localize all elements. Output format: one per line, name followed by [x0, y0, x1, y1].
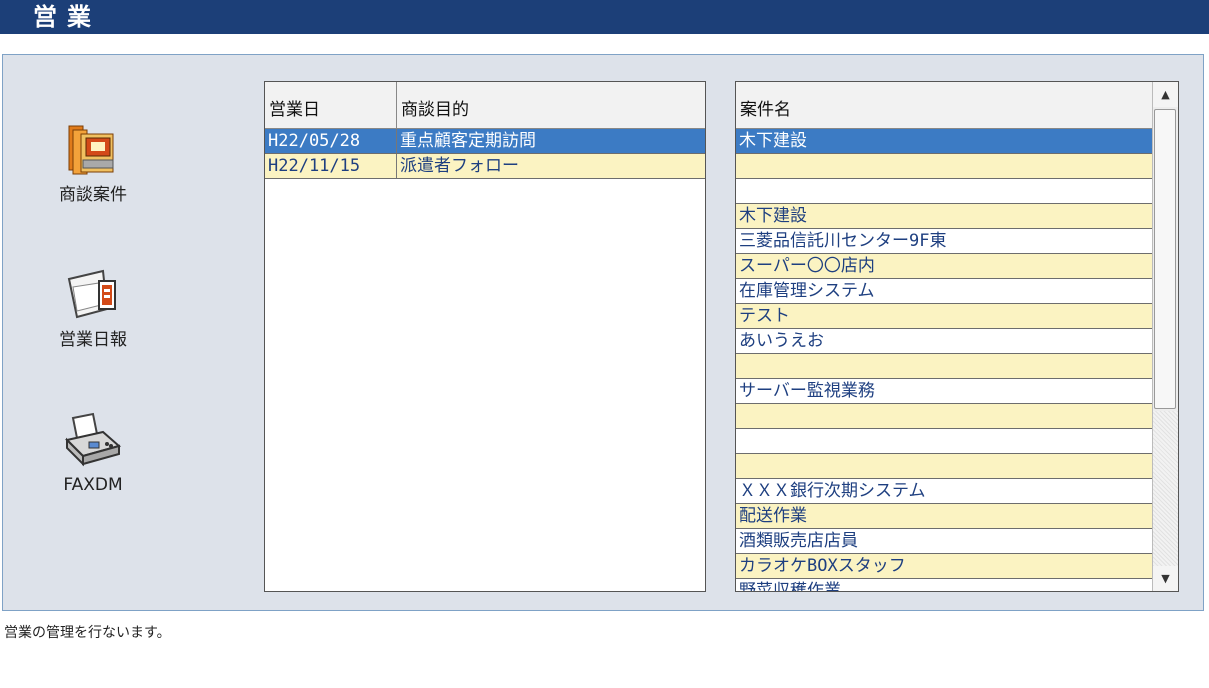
cell-project-name — [736, 154, 1152, 178]
cell-project-name: 酒類販売店店員 — [739, 531, 858, 551]
column-header-purpose[interactable]: 商談目的 — [397, 82, 705, 128]
table-row[interactable]: H22/11/15 派遣者フォロー — [265, 154, 705, 179]
list-item[interactable] — [736, 354, 1152, 379]
project-grid-header: 案件名 — [736, 82, 1152, 129]
list-item[interactable]: 野菜収穫作業 — [736, 579, 1152, 592]
nav-label-faxdm: FAXDM — [63, 475, 123, 495]
cell-project-name: 配送作業 — [739, 506, 807, 526]
list-item[interactable]: 木下建設 — [736, 204, 1152, 229]
cell-purpose: 重点顧客定期訪問 — [400, 131, 536, 151]
cell-date: H22/05/28 — [265, 129, 397, 153]
cell-purpose: 派遣者フォロー — [400, 156, 519, 176]
list-item[interactable]: テスト — [736, 304, 1152, 329]
cell-project-name — [736, 454, 1152, 478]
title-bar: 営業 — [0, 0, 1209, 34]
cell-project-name — [736, 429, 1152, 453]
cell-project-name: テスト — [739, 306, 790, 326]
cell-project-name: 在庫管理システム — [739, 281, 875, 301]
scroll-down-button[interactable]: ▼ — [1153, 566, 1178, 591]
cell-project-name: 三菱品信託川センター9F東 — [739, 231, 947, 251]
list-item[interactable] — [736, 154, 1152, 179]
cell-project-name: スーパー〇〇店内 — [739, 256, 875, 276]
report-document-icon — [63, 265, 123, 325]
list-item[interactable]: 配送作業 — [736, 504, 1152, 529]
nav-item-daily-report[interactable]: 営業日報 — [33, 265, 153, 351]
list-item[interactable]: カラオケBOXスタッフ — [736, 554, 1152, 579]
list-item[interactable]: 三菱品信託川センター9F東 — [736, 229, 1152, 254]
folder-books-icon — [63, 120, 123, 180]
nav-item-deals[interactable]: 商談案件 — [33, 120, 153, 206]
main-panel: 商談案件 営業日報 FAXDM 営業日 商談目的 H22/05/28 重点顧客定… — [2, 54, 1204, 611]
scroll-thumb[interactable] — [1154, 109, 1176, 409]
list-item[interactable]: 在庫管理システム — [736, 279, 1152, 304]
list-item[interactable]: 酒類販売店店員 — [736, 529, 1152, 554]
cell-project-name: 木下建設 — [739, 206, 807, 226]
list-item[interactable]: あいうえお — [736, 329, 1152, 354]
cell-project-name: あいうえお — [739, 331, 824, 351]
list-item[interactable]: ＸＸＸ銀行次期システム — [736, 479, 1152, 504]
list-item[interactable] — [736, 429, 1152, 454]
list-item[interactable]: 木下建設 — [736, 129, 1152, 154]
cell-project-name — [736, 354, 1152, 378]
cell-project-name: サーバー監視業務 — [739, 381, 875, 401]
project-grid: 案件名 木下建設 木下建設 三菱品信託川センター9F東 スーパー〇〇店内 在庫管理システ… — [735, 81, 1179, 592]
list-item[interactable] — [736, 454, 1152, 479]
list-item[interactable]: サーバー監視業務 — [736, 379, 1152, 404]
list-item[interactable] — [736, 404, 1152, 429]
list-item[interactable] — [736, 179, 1152, 204]
scroll-track[interactable] — [1153, 411, 1178, 566]
cell-project-name: ＸＸＸ銀行次期システム — [739, 481, 926, 501]
page-title: 営業 — [33, 3, 101, 31]
table-row[interactable]: H22/05/28 重点顧客定期訪問 — [265, 129, 705, 154]
sales-grid: 営業日 商談目的 H22/05/28 重点顧客定期訪問 H22/11/15 派遣… — [264, 81, 706, 592]
sales-grid-header: 営業日 商談目的 — [265, 82, 705, 129]
column-header-project-name[interactable]: 案件名 — [736, 82, 1152, 128]
cell-date: H22/11/15 — [265, 154, 397, 178]
scrollbar[interactable]: ▲ ▼ — [1152, 82, 1178, 591]
project-list: 木下建設 木下建設 三菱品信託川センター9F東 スーパー〇〇店内 在庫管理システム テスト… — [736, 129, 1152, 592]
cell-project-name — [736, 404, 1152, 428]
cell-project-name: 木下建設 — [739, 131, 807, 151]
fax-machine-icon — [63, 410, 123, 470]
list-item[interactable]: スーパー〇〇店内 — [736, 254, 1152, 279]
cell-project-name: 野菜収穫作業 — [739, 581, 841, 592]
scroll-up-button[interactable]: ▲ — [1153, 82, 1178, 107]
column-header-date[interactable]: 営業日 — [265, 82, 397, 128]
page-description: 営業の管理を行ないます。 — [4, 625, 171, 641]
nav-label-deals: 商談案件 — [59, 185, 127, 205]
cell-project-name — [736, 179, 1152, 203]
cell-project-name: カラオケBOXスタッフ — [739, 556, 906, 576]
nav-label-daily-report: 営業日報 — [59, 330, 127, 350]
nav-item-faxdm[interactable]: FAXDM — [33, 410, 153, 496]
